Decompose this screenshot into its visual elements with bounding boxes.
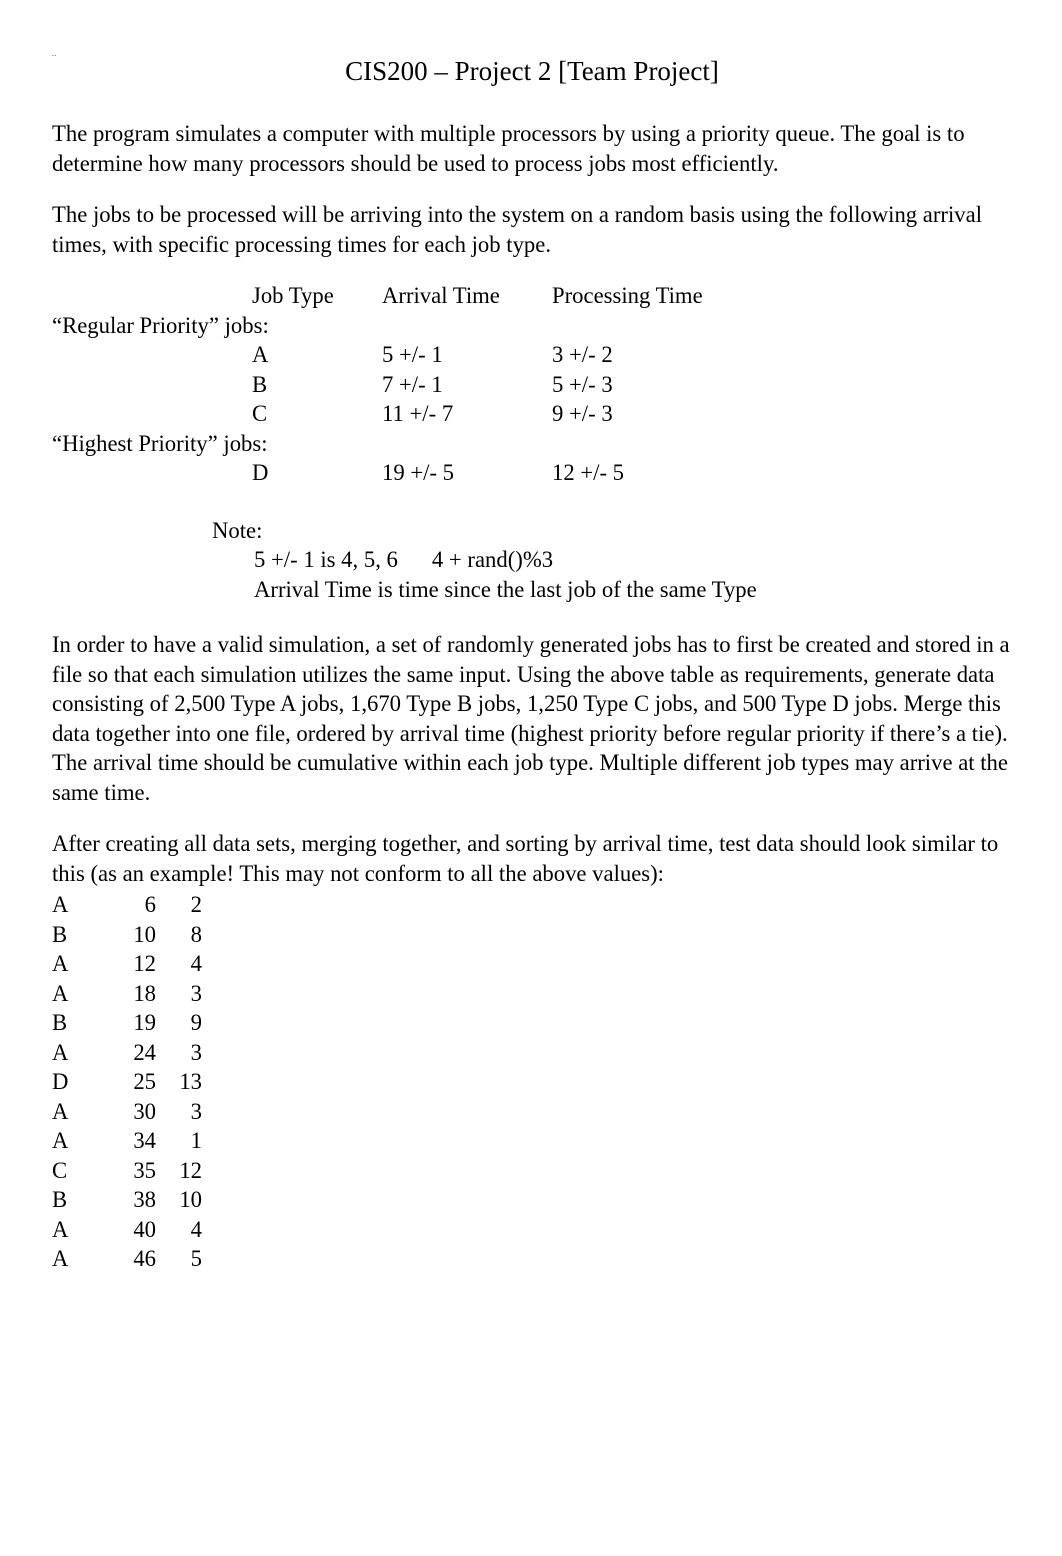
job-row: C 11 +/- 7 9 +/- 3 bbox=[52, 399, 1012, 429]
page-title: CIS200 – Project 2 [Team Project] bbox=[52, 54, 1012, 89]
example-row: A 34 1 bbox=[52, 1126, 1012, 1156]
cell-processing: 5 +/- 3 bbox=[552, 370, 752, 400]
example-row: A 6 2 bbox=[52, 890, 1012, 920]
job-row: D 19 +/- 5 12 +/- 5 bbox=[52, 458, 1012, 488]
ex-processing: 8 bbox=[162, 920, 202, 950]
ex-type: A bbox=[52, 1215, 104, 1245]
example-row: B 38 10 bbox=[52, 1185, 1012, 1215]
cell-empty bbox=[52, 399, 252, 429]
ex-type: A bbox=[52, 1097, 104, 1127]
note-line-1: 5 +/- 1 is 4, 5, 6 4 + rand()%3 bbox=[254, 545, 1012, 575]
cell-empty bbox=[52, 370, 252, 400]
header-job-type: Job Type bbox=[252, 281, 382, 311]
ex-type: A bbox=[52, 1244, 104, 1274]
ex-processing: 3 bbox=[162, 979, 202, 1009]
job-row: B 7 +/- 1 5 +/- 3 bbox=[52, 370, 1012, 400]
group-label-highest: “Highest Priority” jobs: bbox=[52, 429, 1012, 459]
group-label-regular-text: “Regular Priority” jobs: bbox=[52, 311, 269, 341]
note-heading: Note: bbox=[212, 516, 1012, 546]
ex-type: A bbox=[52, 1038, 104, 1068]
ex-arrival: 35 bbox=[104, 1156, 156, 1186]
example-row: B 19 9 bbox=[52, 1008, 1012, 1038]
cell-arrival: 5 +/- 1 bbox=[382, 340, 552, 370]
ex-type: A bbox=[52, 979, 104, 1009]
example-row: A 40 4 bbox=[52, 1215, 1012, 1245]
ex-arrival: 25 bbox=[104, 1067, 156, 1097]
ex-arrival: 34 bbox=[104, 1126, 156, 1156]
example-data-list: A 6 2 B 10 8 A 12 4 A 18 3 B 19 9 A 24 3… bbox=[52, 890, 1012, 1274]
ex-processing: 2 bbox=[162, 890, 202, 920]
header-processing: Processing Time bbox=[552, 281, 752, 311]
ex-arrival: 18 bbox=[104, 979, 156, 1009]
ex-type: A bbox=[52, 890, 104, 920]
cell-empty bbox=[52, 458, 252, 488]
example-row: A 46 5 bbox=[52, 1244, 1012, 1274]
ex-arrival: 12 bbox=[104, 949, 156, 979]
ex-processing: 3 bbox=[162, 1097, 202, 1127]
group-label-regular: “Regular Priority” jobs: bbox=[52, 311, 1012, 341]
intro-para-1: The program simulates a computer with mu… bbox=[52, 119, 1012, 178]
example-row: A 18 3 bbox=[52, 979, 1012, 1009]
ex-arrival: 6 bbox=[104, 890, 156, 920]
ex-arrival: 38 bbox=[104, 1185, 156, 1215]
cell-arrival: 11 +/- 7 bbox=[382, 399, 552, 429]
ex-arrival: 24 bbox=[104, 1038, 156, 1068]
ex-arrival: 10 bbox=[104, 920, 156, 950]
note-block: Note: 5 +/- 1 is 4, 5, 6 4 + rand()%3 Ar… bbox=[212, 516, 1012, 605]
header-arrival: Arrival Time bbox=[382, 281, 552, 311]
cell-type: D bbox=[252, 458, 382, 488]
example-row: C 35 12 bbox=[52, 1156, 1012, 1186]
intro-para-2: The jobs to be processed will be arrivin… bbox=[52, 200, 1012, 259]
cell-empty bbox=[52, 340, 252, 370]
ex-processing: 13 bbox=[162, 1067, 202, 1097]
ex-type: B bbox=[52, 1008, 104, 1038]
example-row: D 25 13 bbox=[52, 1067, 1012, 1097]
group-label-highest-text: “Highest Priority” jobs: bbox=[52, 429, 268, 459]
cell-processing: 12 +/- 5 bbox=[552, 458, 752, 488]
ex-arrival: 30 bbox=[104, 1097, 156, 1127]
example-row: A 24 3 bbox=[52, 1038, 1012, 1068]
requirements-para: In order to have a valid simulation, a s… bbox=[52, 630, 1012, 807]
ex-type: A bbox=[52, 949, 104, 979]
ex-type: B bbox=[52, 920, 104, 950]
ex-processing: 12 bbox=[162, 1156, 202, 1186]
ex-arrival: 40 bbox=[104, 1215, 156, 1245]
ex-processing: 4 bbox=[162, 1215, 202, 1245]
ex-type: A bbox=[52, 1126, 104, 1156]
ex-type: B bbox=[52, 1185, 104, 1215]
job-table-header: Job Type Arrival Time Processing Time bbox=[52, 281, 1012, 311]
ex-processing: 9 bbox=[162, 1008, 202, 1038]
header-empty bbox=[52, 281, 252, 311]
ex-processing: 3 bbox=[162, 1038, 202, 1068]
cell-type: C bbox=[252, 399, 382, 429]
ex-type: D bbox=[52, 1067, 104, 1097]
cell-processing: 3 +/- 2 bbox=[552, 340, 752, 370]
ex-processing: 4 bbox=[162, 949, 202, 979]
corner-mark: .. bbox=[52, 50, 57, 59]
example-intro-para: After creating all data sets, merging to… bbox=[52, 829, 1012, 888]
cell-type: B bbox=[252, 370, 382, 400]
ex-processing: 1 bbox=[162, 1126, 202, 1156]
example-row: A 30 3 bbox=[52, 1097, 1012, 1127]
example-row: B 10 8 bbox=[52, 920, 1012, 950]
cell-arrival: 19 +/- 5 bbox=[382, 458, 552, 488]
job-row: A 5 +/- 1 3 +/- 2 bbox=[52, 340, 1012, 370]
ex-arrival: 46 bbox=[104, 1244, 156, 1274]
job-timing-table: Job Type Arrival Time Processing Time “R… bbox=[52, 281, 1012, 488]
ex-processing: 5 bbox=[162, 1244, 202, 1274]
note-line-2: Arrival Time is time since the last job … bbox=[254, 575, 1012, 605]
example-row: A 12 4 bbox=[52, 949, 1012, 979]
cell-arrival: 7 +/- 1 bbox=[382, 370, 552, 400]
ex-processing: 10 bbox=[162, 1185, 202, 1215]
cell-processing: 9 +/- 3 bbox=[552, 399, 752, 429]
ex-type: C bbox=[52, 1156, 104, 1186]
cell-type: A bbox=[252, 340, 382, 370]
ex-arrival: 19 bbox=[104, 1008, 156, 1038]
